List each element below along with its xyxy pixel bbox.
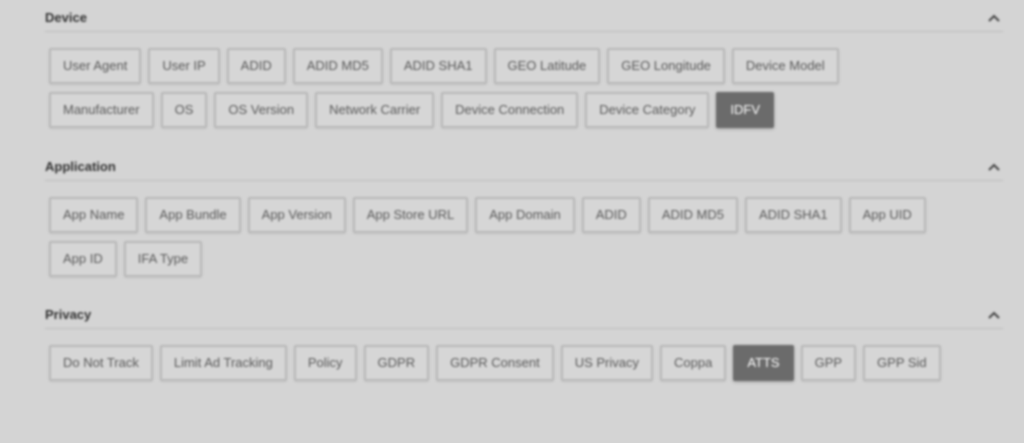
tag-user-ip[interactable]: User IP — [148, 48, 220, 84]
tag-idfv[interactable]: IDFV — [716, 92, 775, 128]
tag-do-not-track[interactable]: Do Not Track — [49, 345, 153, 381]
tag-app-version[interactable]: App Version — [247, 197, 346, 233]
tag-gpp[interactable]: GPP — [800, 345, 857, 381]
tag-geo-longitude[interactable]: GEO Longitude — [607, 48, 725, 84]
tag-adid-md5[interactable]: ADID MD5 — [647, 197, 738, 233]
tag-adid[interactable]: ADID — [581, 197, 641, 233]
tag-limit-ad-tracking[interactable]: Limit Ad Tracking — [159, 345, 287, 381]
tag-os[interactable]: OS — [160, 92, 208, 128]
chevron-up-icon[interactable] — [988, 310, 1000, 320]
tag-us-privacy[interactable]: US Privacy — [560, 345, 653, 381]
tag-manufacturer[interactable]: Manufacturer — [49, 92, 154, 128]
tag-list-privacy: Do Not Track Limit Ad Tracking Policy GD… — [49, 345, 949, 389]
tag-gpp-sid[interactable]: GPP Sid — [863, 345, 941, 381]
tag-list-device: User Agent User IP ADID ADID MD5 ADID SH… — [49, 48, 949, 136]
tag-os-version[interactable]: OS Version — [214, 92, 309, 128]
section-title: Privacy — [45, 307, 92, 322]
section-title: Device — [45, 10, 87, 25]
chevron-up-icon[interactable] — [988, 13, 1000, 23]
tag-atts[interactable]: ATTS — [733, 345, 794, 381]
tag-adid[interactable]: ADID — [226, 48, 286, 84]
section-privacy: Privacy Do Not Track Limit Ad Tracking P… — [45, 304, 1003, 389]
tag-app-store-url[interactable]: App Store URL — [352, 197, 469, 233]
tag-app-uid[interactable]: App UID — [848, 197, 926, 233]
tag-network-carrier[interactable]: Network Carrier — [315, 92, 435, 128]
tag-ifa-type[interactable]: IFA Type — [123, 241, 203, 277]
tag-gdpr[interactable]: GDPR — [363, 345, 430, 381]
section-header-application[interactable]: Application — [45, 156, 1003, 181]
tag-app-name[interactable]: App Name — [49, 197, 139, 233]
tag-user-agent[interactable]: User Agent — [49, 48, 142, 84]
tag-device-category[interactable]: Device Category — [585, 92, 710, 128]
section-header-device[interactable]: Device — [45, 7, 1003, 32]
chevron-up-icon[interactable] — [988, 162, 1000, 172]
section-application: Application App Name App Bundle App Vers… — [45, 156, 1003, 285]
tag-adid-sha1[interactable]: ADID SHA1 — [744, 197, 842, 233]
tag-app-id[interactable]: App ID — [49, 241, 117, 277]
tag-coppa[interactable]: Coppa — [660, 345, 727, 381]
section-title: Application — [45, 159, 116, 174]
tag-app-bundle[interactable]: App Bundle — [145, 197, 241, 233]
attribute-selector-page: Device User Agent User IP ADID ADID MD5 … — [0, 0, 1024, 443]
tag-gdpr-consent[interactable]: GDPR Consent — [436, 345, 554, 381]
tag-device-connection[interactable]: Device Connection — [441, 92, 579, 128]
tag-device-model[interactable]: Device Model — [731, 48, 839, 84]
tag-adid-md5[interactable]: ADID MD5 — [292, 48, 383, 84]
tag-geo-latitude[interactable]: GEO Latitude — [493, 48, 601, 84]
tag-app-domain[interactable]: App Domain — [475, 197, 575, 233]
tag-list-application: App Name App Bundle App Version App Stor… — [49, 197, 949, 285]
tag-policy[interactable]: Policy — [293, 345, 357, 381]
tag-adid-sha1[interactable]: ADID SHA1 — [389, 48, 487, 84]
section-header-privacy[interactable]: Privacy — [45, 304, 1003, 329]
section-device: Device User Agent User IP ADID ADID MD5 … — [45, 7, 1003, 136]
